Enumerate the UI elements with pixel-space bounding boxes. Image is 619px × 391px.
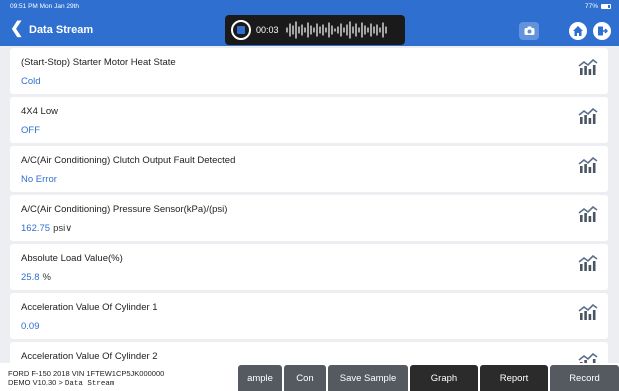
report-button[interactable]: Report bbox=[480, 365, 548, 391]
breadcrumb: DEMO V10.30 > Data Stream bbox=[8, 378, 115, 388]
item-name: Acceleration Value Of Cylinder 1 bbox=[21, 302, 158, 313]
item-value: Cold bbox=[21, 76, 41, 87]
item-value: 25.8% bbox=[21, 272, 51, 283]
item-name: A/C(Air Conditioning) Pressure Sensor(kP… bbox=[21, 204, 228, 215]
exit-icon[interactable] bbox=[593, 22, 611, 40]
graph-button[interactable]: Graph bbox=[410, 365, 478, 391]
list-item[interactable]: Acceleration Value Of Cylinder 2 bbox=[10, 342, 608, 364]
status-bar: 09:51 PM Mon Jan 29th 77% bbox=[0, 0, 619, 14]
unit-dropdown: psi∨ bbox=[53, 223, 73, 234]
save-sample-button[interactable]: Save Sample bbox=[328, 365, 408, 391]
graph-icon[interactable] bbox=[578, 59, 598, 75]
status-time: 09:51 PM Mon Jan 29th bbox=[10, 3, 80, 10]
list-item[interactable]: A/C(Air Conditioning) Clutch Output Faul… bbox=[10, 146, 608, 192]
item-value: OFF bbox=[21, 125, 40, 136]
back-chevron-icon[interactable]: ❮ bbox=[10, 21, 23, 37]
item-value[interactable]: 162.75 psi∨ bbox=[21, 223, 72, 234]
list-item[interactable]: Acceleration Value Of Cylinder 1 0.09 bbox=[10, 293, 608, 339]
item-value: 0.09 bbox=[21, 321, 40, 332]
vehicle-line: FORD F-150 2018 VIN 1FTEW1CP5JK000000 bbox=[8, 369, 165, 378]
sample-button[interactable]: ample bbox=[238, 365, 282, 391]
list-item[interactable]: (Start-Stop) Starter Motor Heat State Co… bbox=[10, 48, 608, 94]
con-button[interactable]: Con bbox=[284, 365, 326, 391]
home-icon[interactable] bbox=[569, 22, 587, 40]
bottom-bar: FORD F-150 2018 VIN 1FTEW1CP5JK000000 DE… bbox=[0, 363, 619, 391]
battery-indicator: 77% bbox=[585, 3, 611, 10]
camera-icon[interactable] bbox=[519, 22, 539, 40]
item-name: 4X4 Low bbox=[21, 106, 58, 117]
audio-waveform-icon bbox=[285, 21, 387, 39]
data-stream-list[interactable]: (Start-Stop) Starter Motor Heat State Co… bbox=[10, 48, 608, 364]
graph-icon[interactable] bbox=[578, 108, 598, 124]
stop-recording-button[interactable] bbox=[231, 20, 251, 40]
item-name: Acceleration Value Of Cylinder 2 bbox=[21, 351, 158, 362]
graph-icon[interactable] bbox=[578, 206, 598, 222]
vehicle-info: FORD F-150 2018 VIN 1FTEW1CP5JK000000 DE… bbox=[8, 369, 164, 389]
recording-time: 00:03 bbox=[256, 25, 279, 35]
item-value: No Error bbox=[21, 174, 57, 185]
page-title: Data Stream bbox=[29, 24, 94, 36]
item-name: (Start-Stop) Starter Motor Heat State bbox=[21, 57, 176, 68]
item-name: A/C(Air Conditioning) Clutch Output Faul… bbox=[21, 155, 236, 166]
graph-icon[interactable] bbox=[578, 255, 598, 271]
battery-icon bbox=[601, 4, 611, 9]
battery-percent: 77% bbox=[584, 3, 598, 10]
item-name: Absolute Load Value(%) bbox=[21, 253, 123, 264]
list-item[interactable]: A/C(Air Conditioning) Pressure Sensor(kP… bbox=[10, 195, 608, 241]
graph-icon[interactable] bbox=[578, 304, 598, 320]
list-item[interactable]: 4X4 Low OFF bbox=[10, 97, 608, 143]
screen-recorder: 00:03 bbox=[225, 15, 405, 45]
graph-icon[interactable] bbox=[578, 157, 598, 173]
list-item[interactable]: Absolute Load Value(%) 25.8% bbox=[10, 244, 608, 290]
record-button[interactable]: Record bbox=[550, 365, 619, 391]
